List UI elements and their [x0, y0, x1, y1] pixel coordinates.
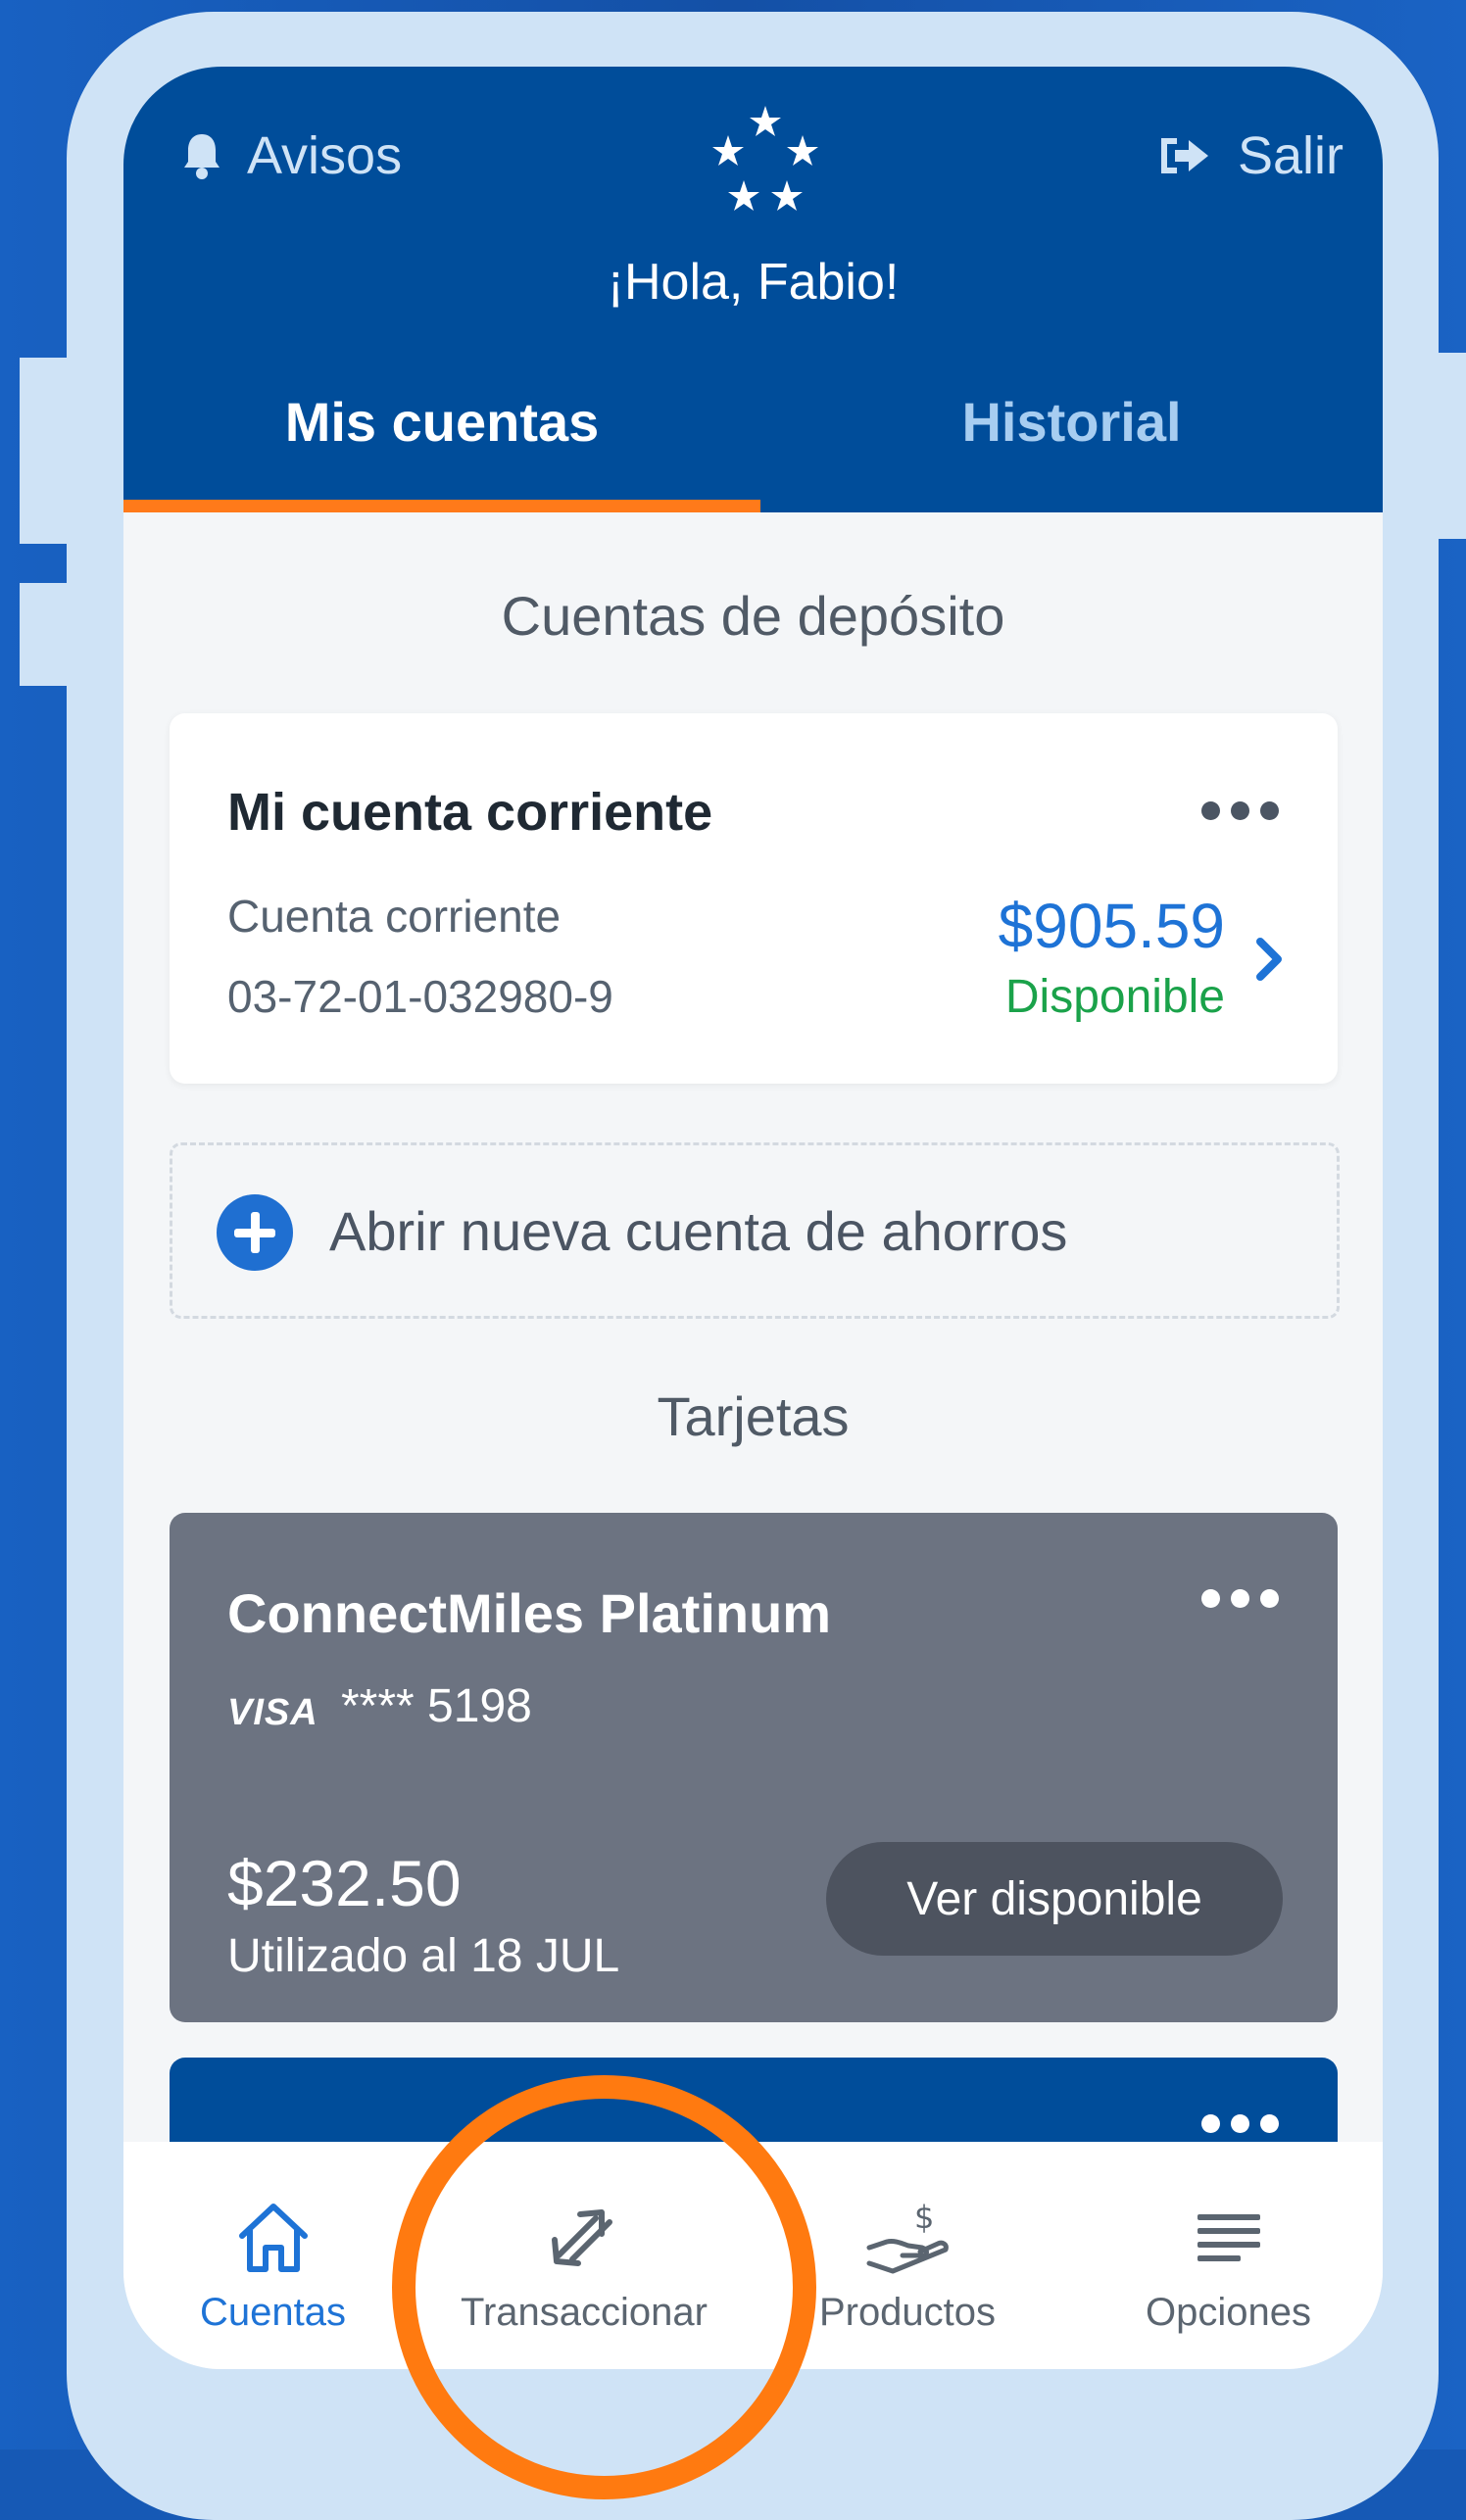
account-name: Mi cuenta corriente [227, 783, 713, 842]
account-balance-status: Disponible [1004, 971, 1225, 1023]
logout-icon [1157, 134, 1212, 177]
more-options-icon[interactable] [1201, 1589, 1279, 1608]
view-available-button[interactable]: Ver disponible [826, 1842, 1283, 1956]
open-savings-account-label: Abrir nueva cuenta de ahorros [329, 1200, 1068, 1262]
account-type: Cuenta corriente [227, 891, 562, 942]
notifications-label: Avisos [247, 126, 403, 185]
phone-side-button-upper [20, 358, 88, 544]
logout-link[interactable]: Salir [1157, 125, 1344, 186]
menu-icon [1197, 2214, 1260, 2261]
cards-section-title: Tarjetas [657, 1385, 850, 1447]
credit-card[interactable]: ConnectMiles Platinum VISA **** 5198 $23… [170, 1513, 1338, 2022]
card-name: ConnectMiles Platinum [227, 1582, 832, 1644]
notifications-link[interactable]: Avisos [182, 125, 402, 186]
greeting-text: ¡Hola, Fabio! [607, 254, 900, 311]
transfer-icon [552, 2209, 612, 2266]
plus-circle-icon [217, 1194, 293, 1271]
nav-cuentas[interactable]: Cuentas [123, 2142, 422, 2369]
account-card[interactable]: Mi cuenta corriente Cuenta corriente 03-… [170, 713, 1338, 1084]
card-used-label: Utilizado al 18 JUL [227, 1930, 620, 1982]
app-screen: Avisos Salir ¡Hola, Fabio! Mis cuentas H… [123, 67, 1383, 2369]
tab-mis-cuentas[interactable]: Mis cuentas [123, 390, 760, 512]
nav-transaccionar[interactable]: Transaccionar [427, 2142, 741, 2369]
app-header: Avisos Salir ¡Hola, Fabio! Mis cuentas H… [123, 67, 1383, 512]
card-masked-number: **** 5198 [341, 1680, 532, 1732]
nav-label: Cuentas [200, 2291, 346, 2334]
visa-logo: VISA [227, 1692, 318, 1733]
chevron-right-icon[interactable] [1254, 937, 1284, 987]
tab-historial[interactable]: Historial [760, 390, 1383, 512]
logout-label: Salir [1237, 126, 1344, 185]
home-icon [238, 2204, 308, 2272]
open-savings-account-button[interactable]: Abrir nueva cuenta de ahorros [170, 1142, 1340, 1319]
nav-label: Productos [818, 2291, 997, 2334]
more-options-icon[interactable] [1201, 2114, 1279, 2133]
account-number: 03-72-01-032980-9 [227, 971, 613, 1022]
star-alliance-logo-icon [707, 104, 824, 221]
svg-text:$: $ [914, 2199, 934, 2236]
deposits-section-title: Cuentas de depósito [501, 585, 1005, 647]
active-tab-indicator [123, 500, 760, 512]
bell-icon [182, 130, 221, 181]
card-used-amount: $232.50 [227, 1847, 462, 1919]
phone-side-button-right [1411, 353, 1466, 539]
account-balance: $905.59 [998, 891, 1225, 961]
phone-side-button-lower [20, 583, 88, 686]
nav-label: Transaccionar [461, 2291, 708, 2334]
nav-opciones[interactable]: Opciones [1074, 2142, 1383, 2369]
more-options-icon[interactable] [1201, 801, 1279, 820]
hand-money-icon: $ [866, 2199, 949, 2274]
nav-productos[interactable]: $ Productos [751, 2142, 1064, 2369]
nav-label: Opciones [1146, 2291, 1311, 2334]
bottom-navigation: Cuentas Transaccionar $ Productos Opcion… [123, 2142, 1383, 2369]
